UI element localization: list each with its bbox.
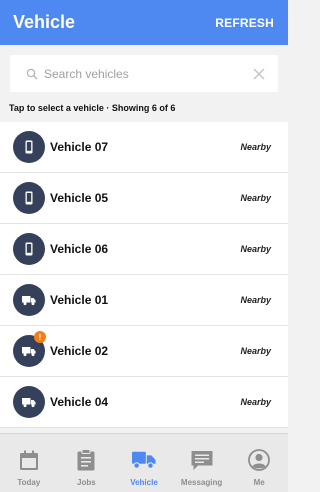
vehicle-row-07[interactable]: Vehicle 07 Nearby — [0, 122, 288, 173]
vehicle-avatar — [13, 386, 45, 418]
tab-vehicle[interactable]: Vehicle — [115, 434, 173, 492]
vehicle-row-05[interactable]: Vehicle 05 Nearby — [0, 173, 288, 224]
close-icon[interactable] — [252, 67, 266, 81]
vehicle-avatar: ! — [13, 331, 46, 367]
vehicle-row-04[interactable]: Vehicle 04 Nearby — [0, 377, 288, 428]
vehicle-name: Vehicle 05 — [50, 191, 109, 205]
vehicle-list: Vehicle 07 Nearby Vehicle 05 Nearby Vehi… — [0, 122, 288, 428]
truck-icon — [22, 346, 36, 356]
tab-today[interactable]: Today — [0, 434, 58, 492]
alert-badge: ! — [34, 331, 46, 343]
phone-icon — [25, 242, 33, 256]
app-bar: Vehicle REFRESH — [0, 0, 288, 45]
tab-jobs[interactable]: Jobs — [58, 434, 116, 492]
tab-label: Jobs — [77, 478, 96, 487]
vehicle-row-06[interactable]: Vehicle 06 Nearby — [0, 224, 288, 275]
tab-messaging[interactable]: Messaging — [173, 434, 231, 492]
phone-icon — [25, 191, 33, 205]
vehicle-status: Nearby — [240, 346, 271, 356]
vehicle-status: Nearby — [240, 244, 271, 254]
vehicle-status: Nearby — [240, 295, 271, 305]
vehicle-avatar — [13, 233, 45, 265]
bottom-tab-bar: Today Jobs Vehicle Messaging Me — [0, 433, 288, 492]
message-icon — [190, 448, 214, 472]
tab-label: Me — [253, 478, 265, 487]
vehicle-status: Nearby — [240, 142, 271, 152]
calendar-icon — [17, 448, 41, 472]
vehicle-row-01[interactable]: Vehicle 01 Nearby — [0, 275, 288, 326]
tab-me[interactable]: Me — [230, 434, 288, 492]
vehicle-status: Nearby — [240, 193, 271, 203]
refresh-button[interactable]: REFRESH — [215, 16, 274, 30]
search-icon — [26, 68, 38, 80]
vehicle-name: Vehicle 07 — [50, 140, 109, 154]
list-summary: Tap to select a vehicle · Showing 6 of 6 — [9, 103, 176, 113]
truck-icon — [131, 448, 156, 472]
phone-icon — [25, 140, 33, 154]
search-bar — [10, 55, 278, 92]
page-title: Vehicle — [13, 12, 76, 32]
tab-label: Vehicle — [130, 478, 158, 487]
vehicle-name: Vehicle 01 — [50, 293, 109, 307]
vehicle-name: Vehicle 02 — [50, 344, 109, 358]
truck-icon — [22, 397, 36, 407]
vehicle-status: Nearby — [240, 397, 271, 407]
vehicle-name: Vehicle 06 — [50, 242, 109, 256]
vehicle-row-02[interactable]: ! Vehicle 02 Nearby — [0, 326, 288, 377]
vehicle-avatar — [13, 131, 45, 163]
clipboard-icon — [74, 448, 98, 472]
truck-icon — [22, 295, 36, 305]
tab-label: Messaging — [180, 478, 223, 487]
search-input[interactable] — [44, 66, 252, 81]
tab-label: Today — [17, 478, 41, 487]
vehicle-avatar — [13, 284, 45, 316]
person-icon — [247, 448, 271, 472]
vehicle-avatar — [13, 182, 45, 214]
vehicle-name: Vehicle 04 — [50, 395, 109, 409]
